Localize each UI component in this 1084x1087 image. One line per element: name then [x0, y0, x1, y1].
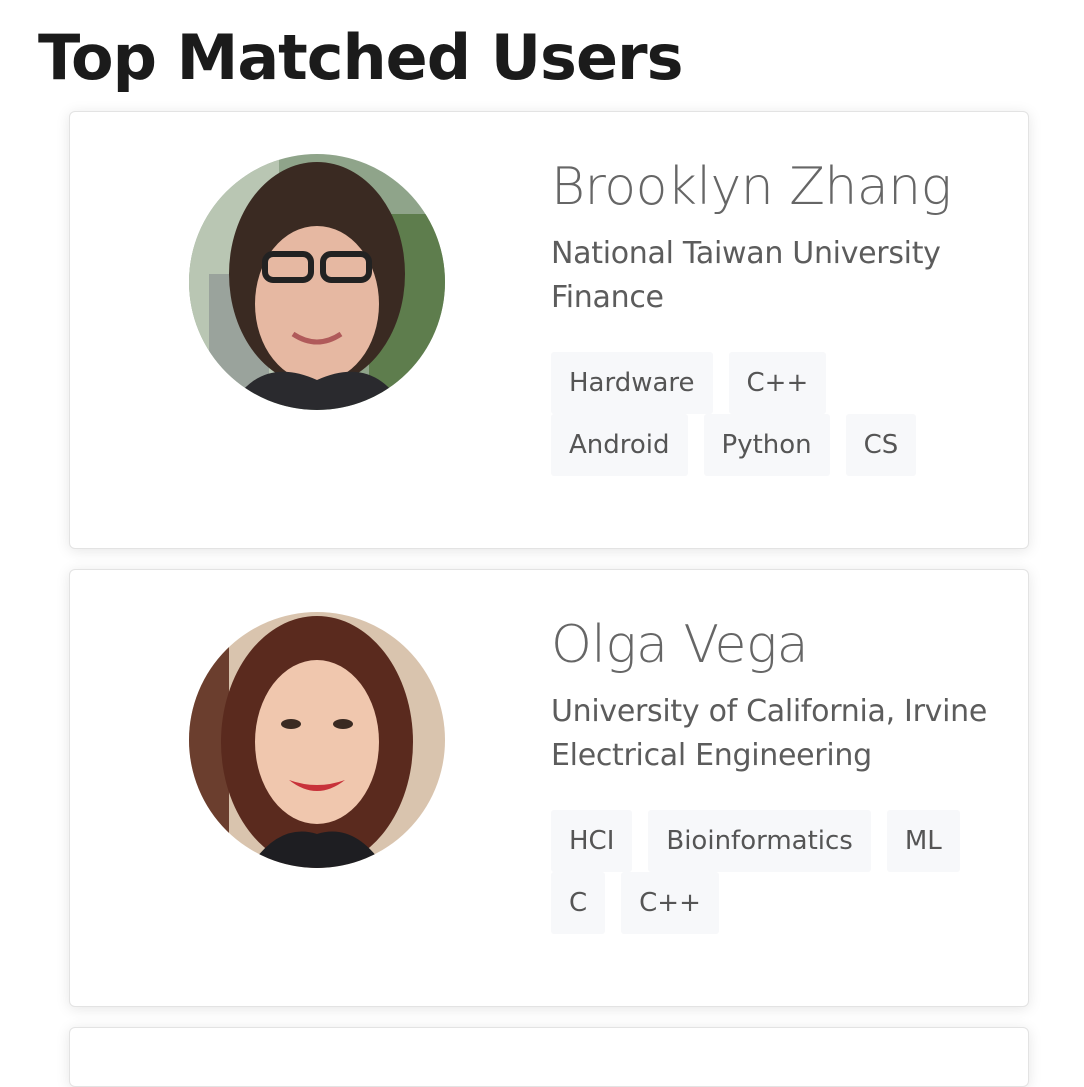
- user-card[interactable]: Brooklyn Zhang National Taiwan Universit…: [69, 111, 1029, 549]
- skill-tag[interactable]: C++: [621, 872, 719, 934]
- skill-tag[interactable]: HCI: [551, 810, 633, 872]
- skill-tags: Hardware C++ Android Python CS: [551, 352, 991, 476]
- skill-tag[interactable]: C: [551, 872, 606, 934]
- skill-tag[interactable]: CS: [845, 414, 917, 476]
- user-major: Electrical Engineering: [551, 738, 872, 773]
- page-title: Top Matched Users: [38, 21, 683, 94]
- skill-tag[interactable]: C++: [728, 352, 827, 414]
- user-name[interactable]: Olga Vega: [551, 608, 1011, 682]
- skill-tag[interactable]: ML: [886, 810, 960, 872]
- user-school: National Taiwan University: [551, 236, 941, 271]
- user-school: University of California, Irvine: [551, 694, 987, 729]
- user-info: Brooklyn Zhang National Taiwan Universit…: [551, 150, 1011, 476]
- user-card[interactable]: [69, 1027, 1029, 1087]
- user-card[interactable]: Olga Vega University of California, Irvi…: [69, 569, 1029, 1007]
- avatar[interactable]: [189, 154, 445, 410]
- user-major: Finance: [551, 280, 664, 315]
- avatar[interactable]: [189, 612, 445, 868]
- user-name[interactable]: Brooklyn Zhang: [551, 150, 1011, 224]
- skill-tag[interactable]: Bioinformatics: [648, 810, 871, 872]
- skill-tags: HCI Bioinformatics ML C C++: [551, 810, 991, 934]
- user-info: Olga Vega University of California, Irvi…: [551, 608, 1011, 934]
- skill-tag[interactable]: Hardware: [551, 352, 713, 414]
- skill-tag[interactable]: Python: [703, 414, 830, 476]
- skill-tag[interactable]: Android: [551, 414, 688, 476]
